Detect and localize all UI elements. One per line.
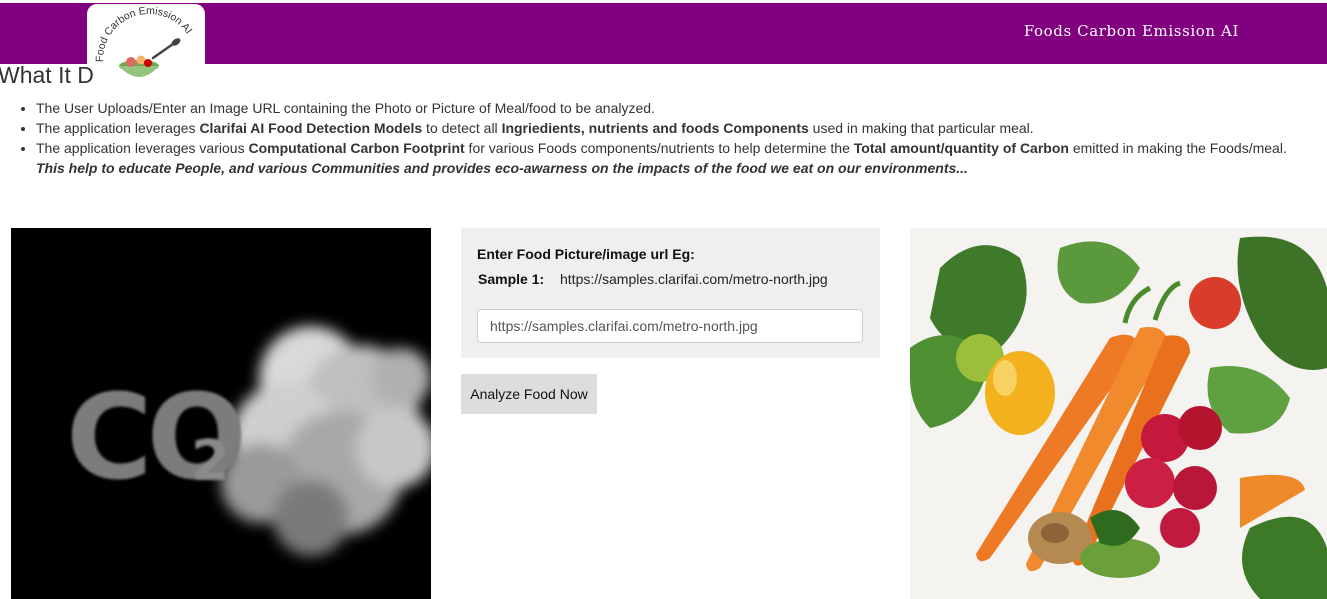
vegetables-illustration — [910, 228, 1327, 599]
feature-highlight: Ingriedients, nutrients and foods Compon… — [501, 120, 809, 136]
url-form-panel: Enter Food Picture/image url Eg: Sample … — [461, 228, 880, 358]
feature-text: used in making that particular meal. — [808, 120, 1034, 136]
feature-text: The application leverages various — [36, 140, 249, 156]
image-url-input[interactable] — [477, 309, 863, 343]
co2-text-group: CO 2 — [66, 368, 248, 506]
logo[interactable]: Food Carbon Emission AI — [87, 4, 205, 86]
berry-dot — [144, 59, 152, 67]
raspberry-4 — [1173, 466, 1217, 510]
bowl-body — [119, 66, 159, 77]
sample-label: Sample 1: — [478, 271, 545, 287]
sample-url: https://samples.clarifai.com/metro-north… — [560, 271, 828, 287]
feature-item: The application leverages various Comput… — [36, 138, 1327, 178]
raspberry-2 — [1178, 406, 1222, 450]
raspberry-5 — [1160, 508, 1200, 548]
feature-text: emitted in making the Foods/meal. — [1068, 140, 1287, 156]
co2-image: CO 2 — [11, 228, 431, 599]
co2-subscript: 2 — [191, 429, 230, 494]
logo-text-path: Food Carbon Emission AI — [94, 5, 195, 62]
form-heading: Enter Food Picture/image url Eg: — [477, 246, 695, 262]
navbar-brand[interactable]: Foods Carbon Emission AI — [1024, 22, 1239, 40]
parsley-leaves — [1242, 516, 1327, 599]
feature-text: The User Uploads/Enter an Image URL cont… — [36, 100, 655, 116]
feature-text: for various Foods components/nutrients t… — [464, 140, 854, 156]
tomato-red — [1189, 277, 1241, 329]
feature-highlight: Computational Carbon Footprint — [248, 140, 465, 156]
feature-highlight: Clarifai AI Food Detection Models — [199, 120, 423, 136]
logo-text: Food Carbon Emission AI — [94, 5, 195, 62]
page-title: What It D — [0, 62, 94, 88]
feature-item: The User Uploads/Enter an Image URL cont… — [36, 98, 1327, 118]
vegetables-image — [910, 228, 1327, 599]
feature-list: The User Uploads/Enter an Image URL cont… — [18, 98, 1327, 178]
analyze-food-button[interactable]: Analyze Food Now — [461, 374, 597, 414]
yellow-pepper — [985, 351, 1055, 435]
tagline: This help to educate People, and various… — [36, 160, 968, 176]
raspberry-3 — [1125, 458, 1175, 508]
co2-illustration: CO 2 — [11, 228, 431, 599]
spoon-handle — [151, 42, 175, 60]
walnut-shadow — [1041, 523, 1069, 543]
tomato-dot — [126, 57, 136, 67]
feature-text: to detect all — [422, 120, 502, 136]
feature-item: The application leverages Clarifai AI Fo… — [36, 118, 1327, 138]
feature-text: The application leverages — [36, 120, 200, 136]
pepper-highlight — [993, 360, 1017, 396]
feature-highlight: Total amount/quantity of Carbon — [853, 140, 1069, 156]
logo-graphic: Food Carbon Emission AI — [94, 5, 195, 77]
